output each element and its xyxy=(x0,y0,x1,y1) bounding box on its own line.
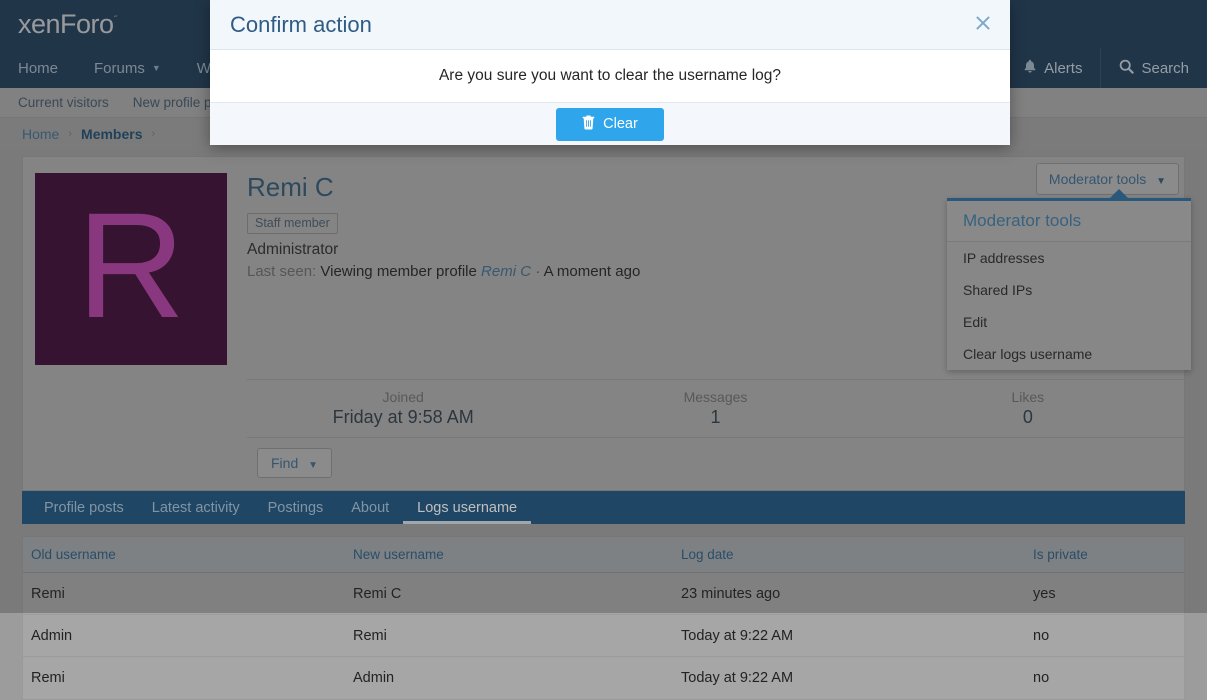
close-icon[interactable] xyxy=(974,14,992,36)
cell-old-username: Remi xyxy=(23,670,345,686)
clear-button[interactable]: Clear xyxy=(556,108,664,141)
trash-icon xyxy=(582,115,595,134)
table-row: Admin Remi Today at 9:22 AM no xyxy=(23,615,1184,657)
cell-log-date: Today at 9:22 AM xyxy=(673,628,1025,644)
cell-new-username: Remi xyxy=(345,628,673,644)
modal-title: Confirm action xyxy=(230,12,372,38)
cell-is-private: no xyxy=(1025,670,1184,686)
modal-header: Confirm action xyxy=(210,0,1010,50)
cell-is-private: no xyxy=(1025,628,1184,644)
clear-button-label: Clear xyxy=(603,116,638,132)
table-row: Remi Admin Today at 9:22 AM no xyxy=(23,657,1184,699)
modal-footer: Clear xyxy=(210,103,1010,145)
cell-old-username: Admin xyxy=(23,628,345,644)
confirm-action-modal: Confirm action Are you sure you want to … xyxy=(210,0,1010,145)
modal-message: Are you sure you want to clear the usern… xyxy=(439,67,781,85)
cell-new-username: Admin xyxy=(345,670,673,686)
modal-body: Are you sure you want to clear the usern… xyxy=(210,50,1010,103)
cell-log-date: Today at 9:22 AM xyxy=(673,670,1025,686)
